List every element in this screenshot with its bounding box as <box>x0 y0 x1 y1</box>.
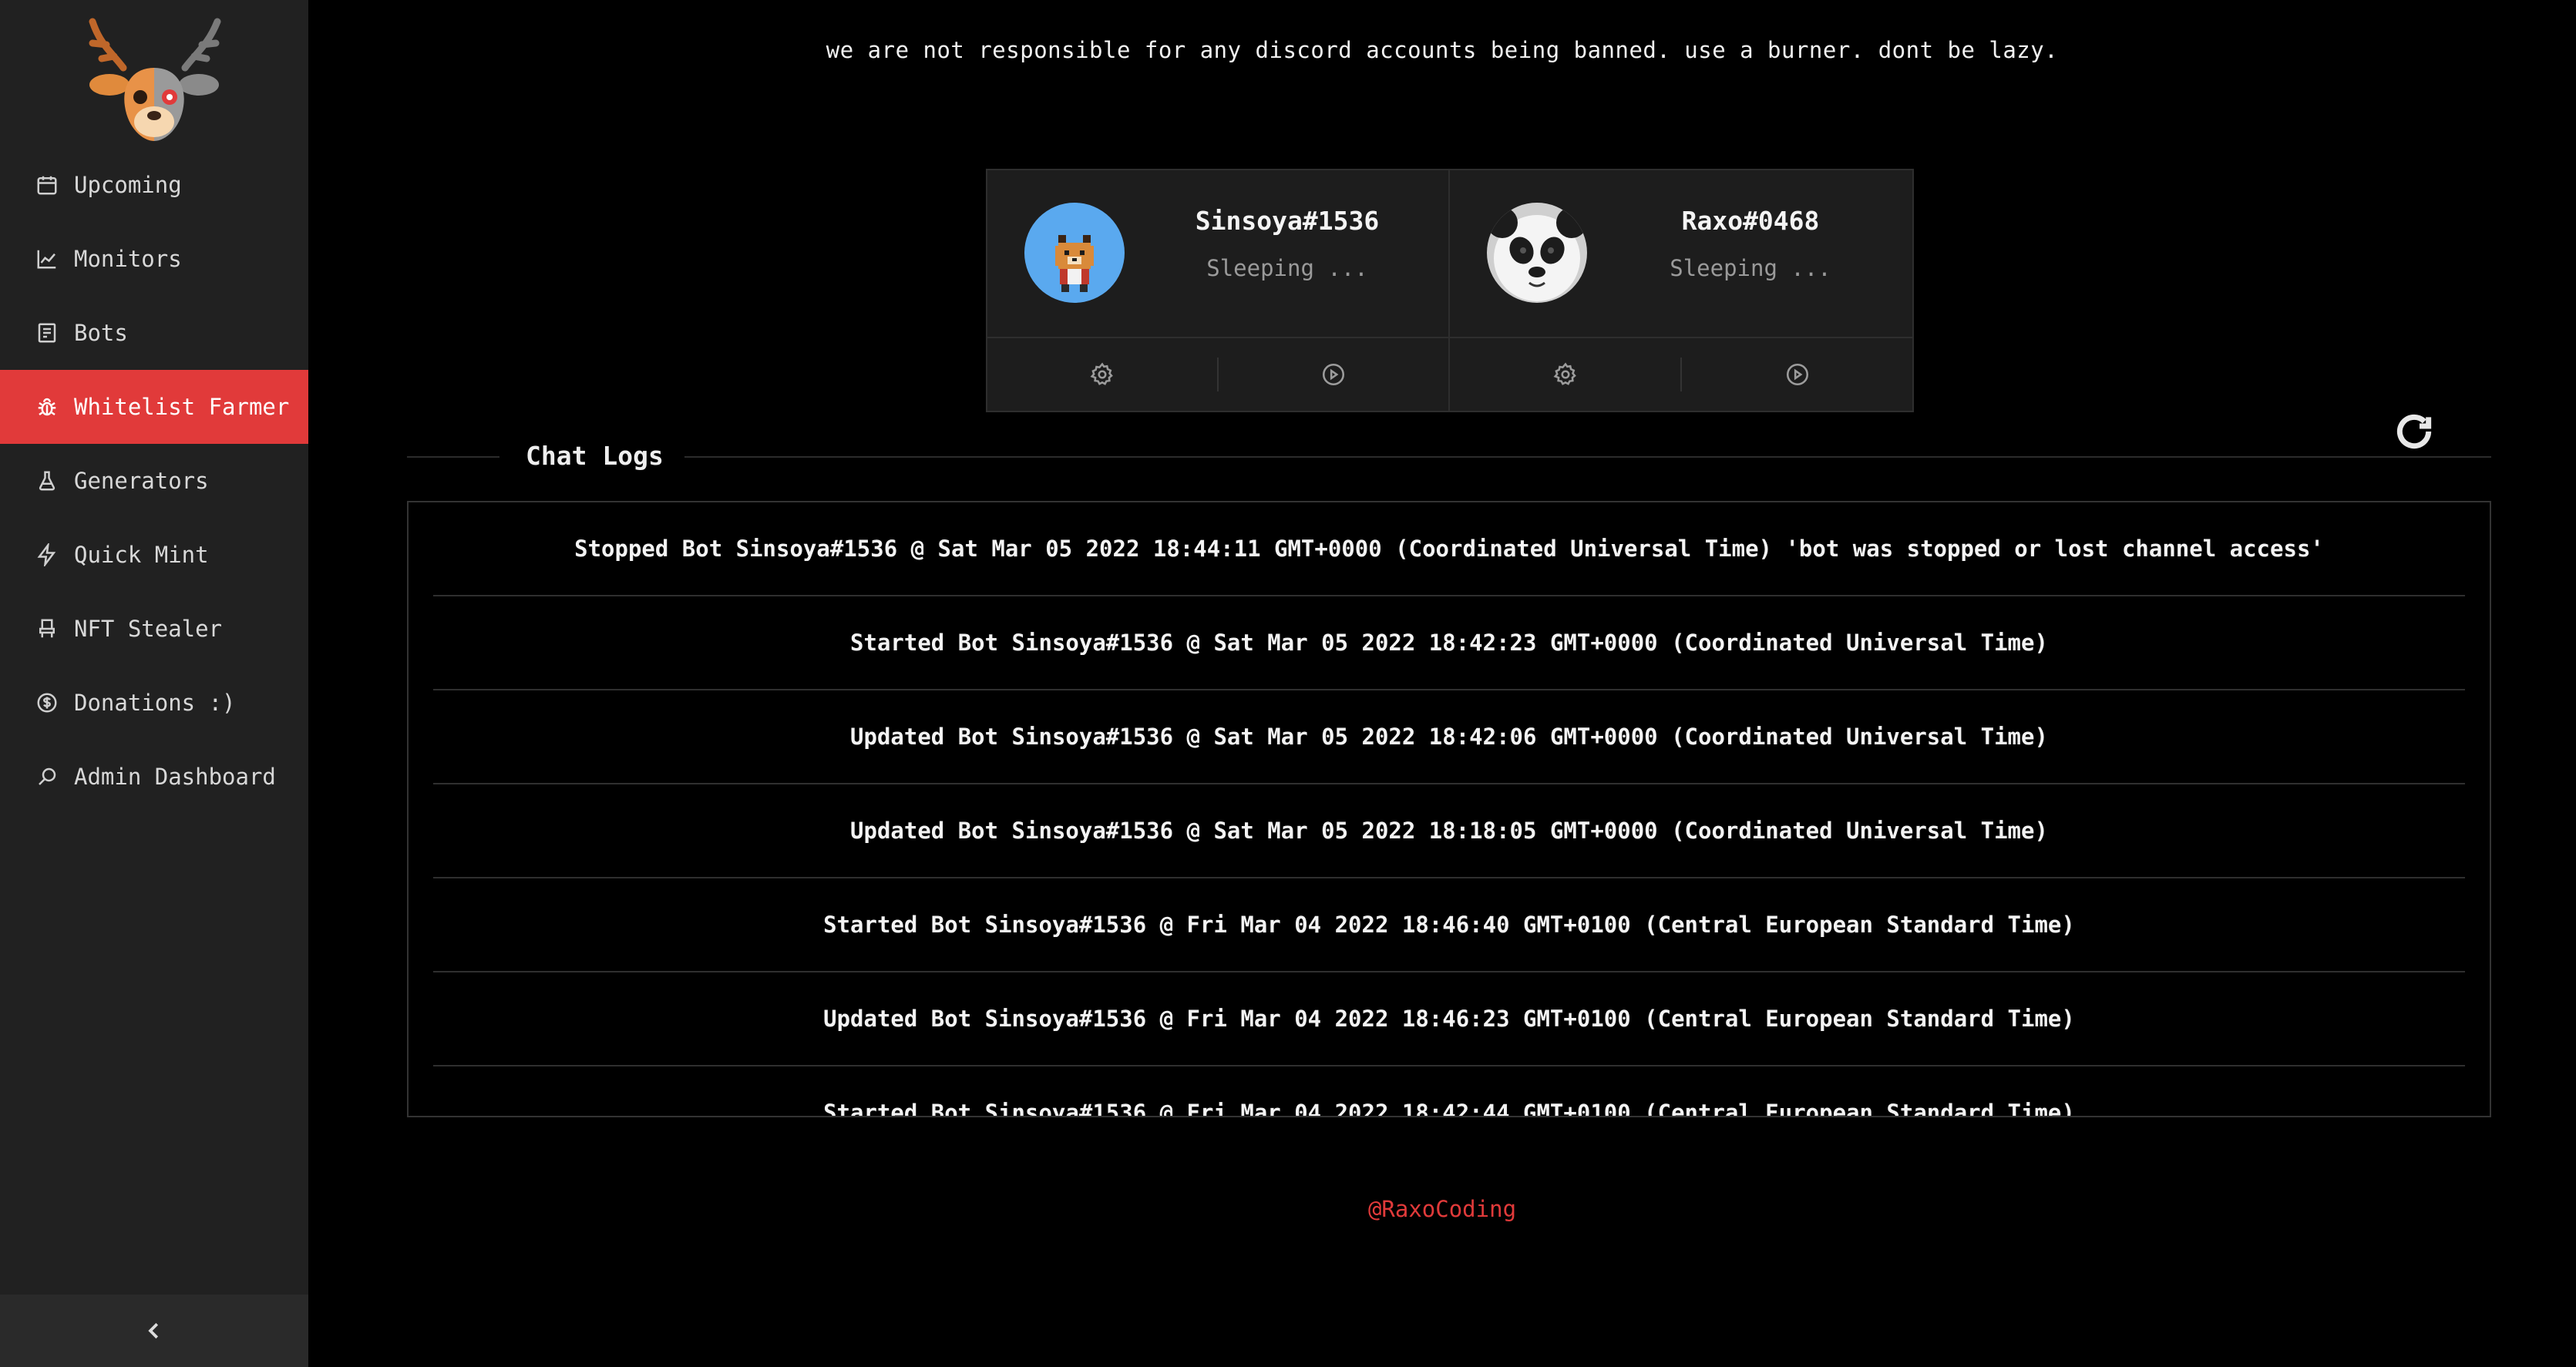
sidebar-item-admin-dashboard[interactable]: Admin Dashboard <box>0 740 308 814</box>
app-window: Upcoming Monitors Bots Whitelist Farmer … <box>0 0 2576 1367</box>
bot-settings-button[interactable] <box>1450 338 1680 411</box>
bot-status: Sleeping ... <box>1670 255 1831 281</box>
play-circle-icon <box>1786 363 1808 386</box>
sidebar-item-label: Quick Mint <box>74 542 209 568</box>
log-entry: Updated Bot Sinsoya#1536 @ Sat Mar 05 20… <box>433 784 2465 878</box>
sidebar-item-donations[interactable]: Donations :) <box>0 666 308 740</box>
gear-icon <box>1090 362 1113 385</box>
bot-card-actions <box>1450 337 1912 411</box>
chart-line-icon <box>37 250 56 269</box>
sidebar-item-label: Admin Dashboard <box>74 764 276 790</box>
dollar-circle-icon <box>37 693 57 713</box>
chevron-left-icon <box>148 1322 159 1339</box>
log-entry: Started Bot Sinsoya#1536 @ Sat Mar 05 20… <box>433 596 2465 690</box>
chat-logs-header: Chat Logs <box>407 441 2491 472</box>
sidebar-item-generators[interactable]: Generators <box>0 444 308 518</box>
sidebar-item-quick-mint[interactable]: Quick Mint <box>0 518 308 592</box>
sidebar-item-label: Donations :) <box>74 690 236 716</box>
sidebar-item-label: Monitors <box>74 246 182 272</box>
log-entry: Started Bot Sinsoya#1536 @ Fri Mar 04 20… <box>433 1066 2465 1116</box>
bot-name: Sinsoya#1536 <box>1195 206 1380 236</box>
disclaimer-text: we are not responsible for any discord a… <box>826 37 2059 63</box>
sidebar: Upcoming Monitors Bots Whitelist Farmer … <box>0 0 308 1367</box>
bot-cards: Sinsoya#1536 Sleeping ... Raxo#0468 Slee… <box>986 169 1914 412</box>
divider <box>407 456 499 458</box>
bot-card: Sinsoya#1536 Sleeping ... <box>986 169 1450 412</box>
bot-card: Raxo#0468 Sleeping ... <box>1450 169 1914 412</box>
sidebar-item-label: Whitelist Farmer <box>74 394 290 420</box>
chat-logs-title: Chat Logs <box>526 441 664 471</box>
bolt-icon <box>37 543 56 566</box>
bot-status: Sleeping ... <box>1206 255 1368 281</box>
sidebar-nav: Upcoming Monitors Bots Whitelist Farmer … <box>0 148 308 814</box>
avatar <box>1487 203 1587 303</box>
bot-start-button[interactable] <box>1682 338 1912 411</box>
search-icon <box>39 767 56 785</box>
flask-icon <box>39 471 55 491</box>
sidebar-item-label: Generators <box>74 468 209 494</box>
bot-name: Raxo#0468 <box>1681 206 1820 236</box>
sidebar-item-whitelist-farmer[interactable]: Whitelist Farmer <box>0 370 308 444</box>
chat-logs-list[interactable]: Stopped Bot Sinsoya#1536 @ Sat Mar 05 20… <box>407 501 2491 1117</box>
author-link[interactable]: @RaxoCoding <box>308 1196 2576 1222</box>
sidebar-item-label: Bots <box>74 320 128 346</box>
sidebar-item-bots[interactable]: Bots <box>0 296 308 370</box>
divider <box>684 456 2491 458</box>
sidebar-item-upcoming[interactable]: Upcoming <box>0 148 308 222</box>
avatar <box>1024 203 1125 303</box>
log-entry: Updated Bot Sinsoya#1536 @ Sat Mar 05 20… <box>433 690 2465 784</box>
bot-start-button[interactable] <box>1219 338 1448 411</box>
log-entry: Started Bot Sinsoya#1536 @ Fri Mar 04 20… <box>433 878 2465 972</box>
sidebar-item-label: Upcoming <box>74 172 182 198</box>
calendar-icon <box>37 176 57 195</box>
bot-card-actions <box>987 337 1448 411</box>
sidebar-item-monitors[interactable]: Monitors <box>0 222 308 296</box>
play-circle-icon <box>1322 363 1345 386</box>
bot-settings-button[interactable] <box>987 338 1217 411</box>
robot-icon <box>38 323 56 343</box>
bug-icon <box>38 398 56 416</box>
log-entry: Updated Bot Sinsoya#1536 @ Fri Mar 04 20… <box>433 972 2465 1066</box>
sidebar-collapse-button[interactable] <box>0 1295 308 1367</box>
sidebar-item-label: NFT Stealer <box>74 616 223 642</box>
log-entry: Stopped Bot Sinsoya#1536 @ Sat Mar 05 20… <box>433 502 2465 596</box>
chair-icon <box>39 619 55 638</box>
deer-logo <box>89 18 221 141</box>
sidebar-item-nft-stealer[interactable]: NFT Stealer <box>0 592 308 666</box>
gear-icon <box>1553 362 1576 385</box>
